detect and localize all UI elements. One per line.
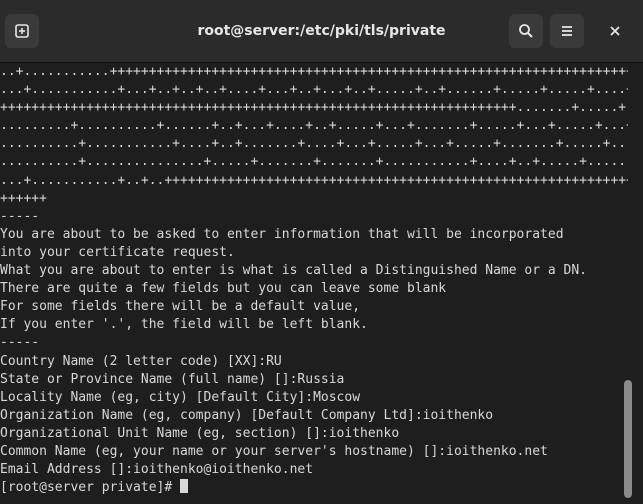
header-bar: root@server:/etc/pki/tls/private [0, 0, 643, 63]
terminal-line: ..........+...........+....+..+.......+.… [0, 136, 628, 152]
shell-prompt: [root@server private]# [0, 480, 181, 496]
terminal-line: State or Province Name (full name) []:Ru… [0, 371, 345, 387]
hamburger-menu-icon [562, 26, 572, 36]
close-button[interactable] [598, 14, 632, 48]
terminal-line: Country Name (2 letter code) [XX]:RU [0, 353, 282, 369]
terminal-line: into your certificate request. [0, 244, 235, 260]
new-tab-icon [15, 24, 29, 38]
search-button[interactable] [509, 14, 543, 48]
terminal-line: Email Address []:ioithenko@ioithenko.net [0, 462, 314, 478]
text-cursor [180, 479, 189, 494]
terminal-line: ++++++++++++++++++++++++++++++++++++++++… [0, 100, 628, 116]
terminal-line: ----- [0, 335, 40, 351]
terminal-line: Common Name (eg, your name or your serve… [0, 443, 548, 459]
terminal-line: ..........+...............+.....+.......… [0, 154, 628, 170]
window-title: root@server:/etc/pki/tls/private [197, 23, 446, 39]
scrollbar-thumb[interactable] [624, 380, 632, 498]
terminal-line: There are quite a few fields but you can… [0, 281, 447, 297]
terminal-output[interactable]: ..+...........++++++++++++++++++++++++++… [0, 63, 628, 504]
terminal-window: root@server:/etc/pki/tls/private ..+....… [0, 0, 643, 504]
terminal-line: Locality Name (eg, city) [Default City]:… [0, 389, 361, 405]
terminal-line: .........+..........+......+..+...+....+… [0, 118, 628, 134]
terminal-line: Organization Name (eg, company) [Default… [0, 407, 494, 423]
terminal-line: You are about to be asked to enter infor… [0, 226, 564, 242]
terminal-line: ..+...........++++++++++++++++++++++++++… [0, 64, 628, 79]
terminal-line: If you enter '.', the field will be left… [0, 317, 368, 333]
terminal-line: ----- [0, 208, 40, 224]
search-icon [519, 24, 533, 38]
terminal-line: Organizational Unit Name (eg, section) [… [0, 425, 400, 441]
terminal-line: What you are about to enter is what is c… [0, 263, 587, 279]
terminal-line: ...+...........+..+..+++++++++++++++++++… [0, 172, 628, 188]
shell-prompt-line[interactable]: [root@server private]# [0, 479, 628, 497]
terminal-line: ...+...........+...+..+..+..+....+...+..… [0, 82, 628, 98]
new-tab-button[interactable] [5, 14, 39, 48]
menu-button[interactable] [550, 14, 584, 48]
terminal-line: ++++++ [0, 190, 47, 206]
close-icon [610, 26, 620, 36]
terminal-line: For some fields there will be a default … [0, 299, 361, 315]
